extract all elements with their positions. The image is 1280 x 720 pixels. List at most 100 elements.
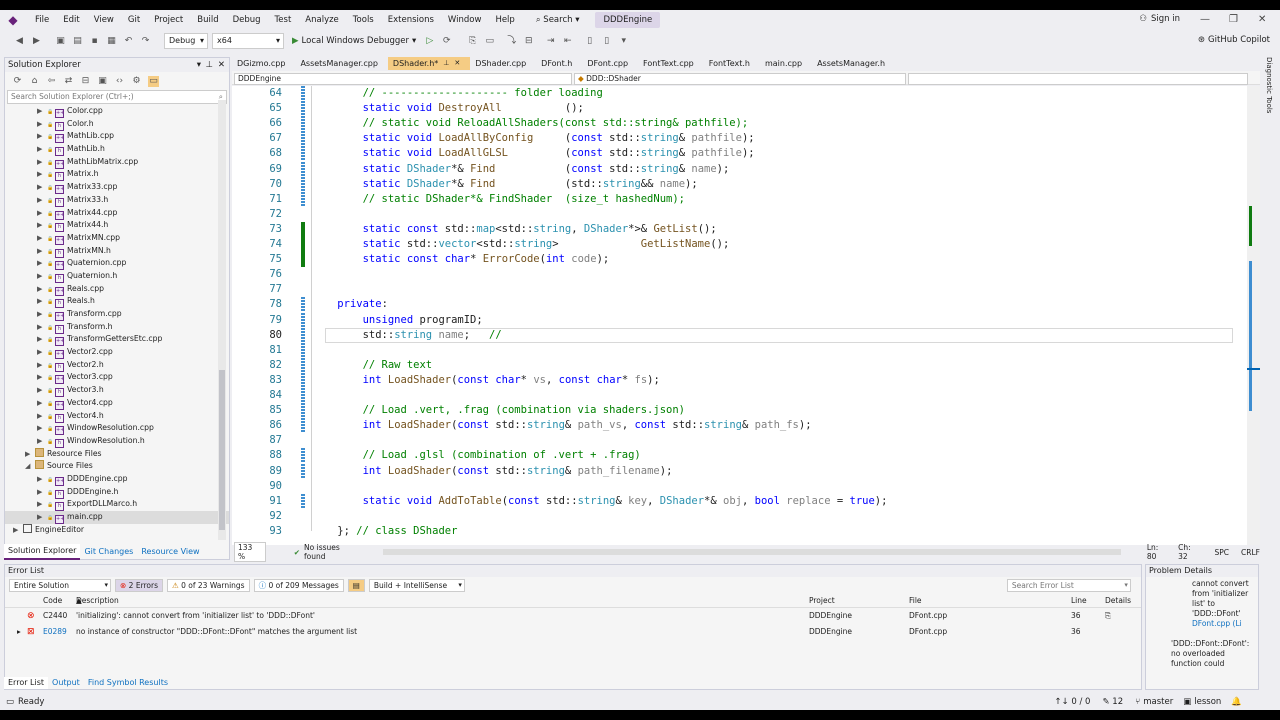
chevron-right-icon[interactable]: ▶ [37, 397, 47, 410]
bookmark-icon[interactable]: ⊟ [523, 36, 534, 47]
chevron-right-icon[interactable]: ▶ [37, 270, 47, 283]
code-line[interactable]: 69 static DShader*& Find (const std::str… [232, 161, 1247, 177]
close-icon[interactable]: ✕ [218, 58, 225, 72]
tab-git-changes[interactable]: Git Changes [80, 545, 137, 559]
chevron-right-icon[interactable]: ▶ [37, 511, 47, 524]
sync-status[interactable]: ↑↓ 0 / 0 [1054, 694, 1090, 710]
expand-icon[interactable]: ▸ [17, 624, 21, 640]
chevron-right-icon[interactable]: ▶ [37, 384, 47, 397]
github-copilot-button[interactable]: ⊛ GitHub Copilot [1198, 35, 1270, 45]
tree-item[interactable]: ▶ 🔒 h Reals.h [5, 295, 229, 309]
forward-icon[interactable]: ▶ [31, 36, 42, 47]
notifications-icon[interactable]: 🔔 [1231, 694, 1242, 710]
code-line[interactable]: 75 static const char* ErrorCode(int code… [232, 252, 1247, 268]
tree-item[interactable]: ▶ 🔒 ++ main.cpp [5, 511, 229, 524]
code-line[interactable]: 76 [232, 267, 1247, 282]
code-line[interactable]: 68 static void LoadAllGLSL (const std::s… [232, 146, 1247, 162]
code-line[interactable]: 82 // Raw text [232, 357, 1247, 373]
member-select[interactable] [908, 72, 1248, 85]
tree-item[interactable]: ▶ 🔒 h Matrix.h [5, 168, 229, 182]
chevron-right-icon[interactable]: ▶ [37, 435, 47, 448]
platform-select[interactable]: x64 [212, 33, 284, 49]
editor-tab[interactable]: DFont.cpp [582, 57, 638, 70]
minimize-icon[interactable]: — [1200, 14, 1210, 25]
chevron-right-icon[interactable]: ▶ [37, 156, 47, 169]
col-line[interactable]: Line [1071, 594, 1087, 608]
chevron-right-icon[interactable]: ▶ [37, 194, 47, 207]
chevron-right-icon[interactable]: ▶ [37, 295, 47, 308]
tree-item[interactable]: ◢ Source Files [5, 460, 229, 473]
code-line[interactable]: 86 int LoadShader(const std::string& pat… [232, 418, 1247, 434]
code-line[interactable]: 83 int LoadShader(const char* vs, const … [232, 372, 1247, 388]
build-filter-select[interactable]: Build + IntelliSense [368, 579, 465, 592]
editor-tab[interactable]: DGizmo.cpp [232, 57, 295, 70]
tree-item[interactable]: ▶ 🔒 h MathLib.h [5, 143, 229, 157]
configuration-select[interactable]: Debug [164, 33, 208, 49]
editor-tab[interactable]: AssetsManager.cpp [295, 57, 387, 70]
repo-name[interactable]: lesson [1194, 694, 1221, 710]
tab-error-list[interactable]: Error List [4, 677, 49, 689]
home-icon[interactable]: ⌂ [29, 76, 40, 87]
code-line[interactable]: 71 // static DShader*& FindShader (size_… [232, 191, 1247, 207]
branch-name[interactable]: master [1143, 694, 1173, 710]
chevron-right-icon[interactable]: ▶ [37, 219, 47, 232]
close-tab-icon[interactable]: ✕ [454, 57, 460, 70]
search-menu[interactable]: ⌕ Search ▾ [530, 10, 586, 30]
col-file[interactable]: File [909, 594, 922, 608]
back-icon[interactable]: ◀ [14, 36, 25, 47]
col-project[interactable]: Project [809, 594, 835, 608]
dropdown-icon[interactable]: ▾ [197, 58, 201, 72]
chevron-right-icon[interactable]: ▶ [37, 346, 47, 359]
sign-in-button[interactable]: ⚇ Sign in [1139, 14, 1180, 24]
menu-git[interactable]: Git [121, 10, 147, 30]
close-icon[interactable]: ✕ [1258, 14, 1266, 25]
chevron-right-icon[interactable]: ▶ [37, 130, 47, 143]
tree-item[interactable]: ▶ 🔒 h DDDEngine.h [5, 486, 229, 499]
messages-filter[interactable]: ⓘ 0 of 209 Messages [253, 579, 344, 592]
save-icon[interactable]: ▪ [89, 36, 100, 47]
chevron-right-icon[interactable]: ▶ [37, 422, 47, 435]
chevron-right-icon[interactable]: ▶ [37, 498, 47, 511]
tree-item[interactable]: ▶ 🔒 ++ Color.cpp [5, 105, 229, 118]
scope-select[interactable]: ◆ DDD::DShader [574, 72, 906, 85]
code-line[interactable]: 78 private: [232, 297, 1247, 313]
start-without-debug-icon[interactable]: ▷ [424, 36, 435, 47]
chevron-right-icon[interactable]: ▶ [37, 257, 47, 270]
code-line[interactable]: 92 [232, 509, 1247, 524]
chevron-right-icon[interactable]: ▶ [25, 448, 35, 461]
tree-item[interactable]: ▶ 🔒 h MatrixMN.h [5, 245, 229, 258]
code-line[interactable]: 72 [232, 207, 1247, 222]
tree-item[interactable]: ▶ 🔒 ++ MathLibMatrix.cpp [5, 156, 229, 169]
chevron-right-icon[interactable]: ▶ [37, 486, 47, 499]
menu-edit[interactable]: Edit [56, 10, 86, 30]
solution-explorer-search[interactable]: Search Solution Explorer (Ctrl+;) ⌕ [7, 90, 227, 104]
chevron-right-icon[interactable]: ▶ [37, 168, 47, 181]
new-project-icon[interactable]: ▣ [55, 36, 66, 47]
editor-tab[interactable]: main.cpp [760, 57, 812, 70]
undo-icon[interactable]: ↶ [123, 36, 134, 47]
toolbar-options-icon[interactable]: ▾ [618, 36, 629, 47]
code-line[interactable]: 65 static void DestroyAll (); [232, 101, 1247, 117]
code-line[interactable]: 67 static void LoadAllByConfig (const st… [232, 131, 1247, 147]
pin-icon[interactable]: ⊥ [443, 57, 449, 70]
editor-vertical-scrollbar[interactable] [1247, 86, 1260, 545]
scrollbar-thumb[interactable] [219, 370, 225, 530]
tree-item[interactable]: ▶ Resource Files [5, 447, 229, 461]
editor-tab[interactable]: FontText.h [704, 57, 760, 70]
tree-item[interactable]: ▶ 🔒 ++ Vector4.cpp [5, 397, 229, 410]
zoom-level[interactable]: 133 % [234, 542, 266, 562]
tree-item[interactable]: ▶ 🔒 ++ TransformGettersEtc.cpp [5, 333, 229, 347]
tree-item[interactable]: ▶ 🔒 h ExportDLLMarco.h [5, 498, 229, 512]
tree-item[interactable]: ▶ 🔒 ++ Matrix33.cpp [5, 181, 229, 195]
collapse-all-icon[interactable]: ⊟ [80, 76, 91, 87]
code-line[interactable]: 93 }; // class DShader [232, 524, 1247, 539]
browser-link-icon[interactable]: ⎘ [467, 36, 478, 47]
pending-changes-icon[interactable]: ⇄ [63, 76, 74, 87]
code-line[interactable]: 79 unsigned programID; [232, 312, 1247, 328]
col-description[interactable]: Description ▲ [76, 594, 119, 608]
solution-explorer-scrollbar[interactable] [218, 100, 226, 540]
open-folder-icon[interactable]: ▤ [72, 36, 83, 47]
chevron-right-icon[interactable]: ▶ [37, 143, 47, 156]
sync-icon[interactable]: ⟳ [12, 76, 23, 87]
chevron-right-icon[interactable]: ▶ [37, 105, 47, 118]
